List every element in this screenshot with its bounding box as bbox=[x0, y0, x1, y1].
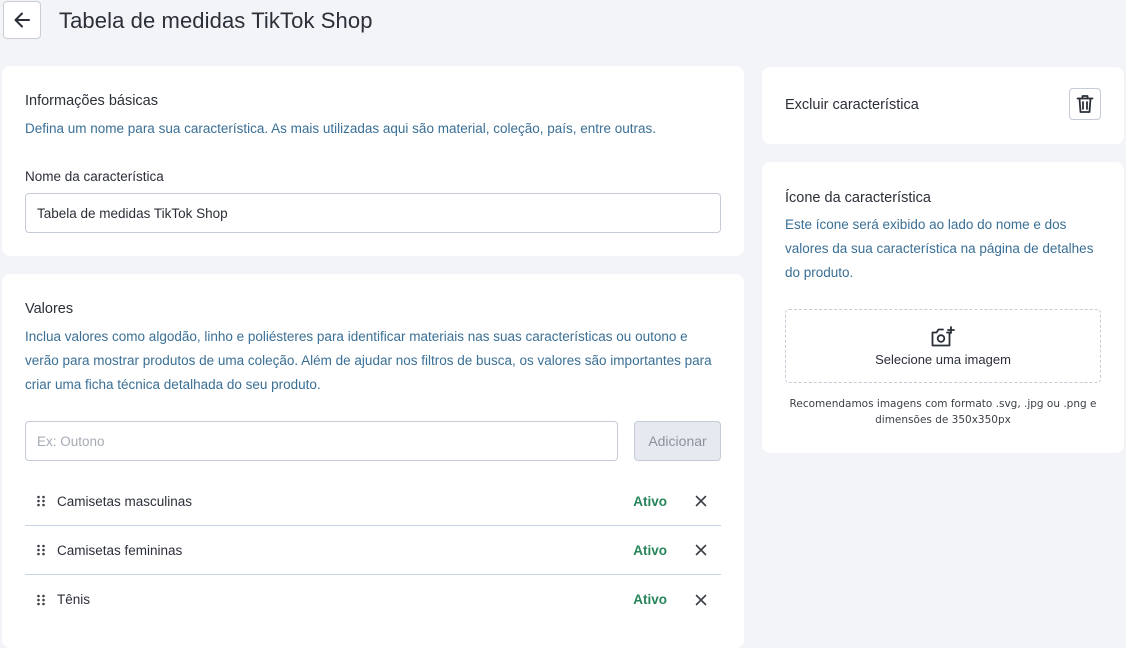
status-badge: Ativo bbox=[633, 542, 667, 558]
basic-info-description: Defina um nome para sua característica. … bbox=[25, 121, 657, 136]
characteristic-name-input[interactable] bbox=[25, 193, 721, 233]
add-value-button[interactable]: Adicionar bbox=[634, 421, 721, 461]
value-name: Camisetas femininas bbox=[57, 542, 183, 558]
drag-handle-icon[interactable] bbox=[36, 594, 46, 606]
basic-info-title: Informações básicas bbox=[25, 93, 158, 109]
icon-card: Ícone da característica Este ícone será … bbox=[762, 162, 1124, 453]
page-title: Tabela de medidas TikTok Shop bbox=[59, 8, 373, 33]
new-value-input[interactable] bbox=[25, 421, 618, 461]
basic-info-card: Informações básicas Defina um nome para … bbox=[2, 66, 744, 256]
delete-title: Excluir característica bbox=[785, 97, 919, 113]
delete-card: Excluir característica bbox=[762, 67, 1124, 144]
value-row: Camisetas masculinas Ativo bbox=[25, 477, 721, 526]
values-description: Inclua valores como algodão, linho e pol… bbox=[25, 329, 712, 392]
upload-hint: Recomendamos imagens com formato .svg, .… bbox=[789, 398, 1097, 426]
upload-label: Selecione uma imagem bbox=[875, 351, 1011, 367]
value-row: Tênis Ativo bbox=[25, 575, 721, 624]
value-name: Camisetas masculinas bbox=[57, 493, 193, 509]
close-icon bbox=[695, 594, 707, 605]
back-button[interactable] bbox=[3, 1, 41, 39]
characteristic-name-label: Nome da característica bbox=[25, 169, 164, 184]
delete-button[interactable] bbox=[1069, 88, 1101, 120]
value-row: Camisetas femininas Ativo bbox=[25, 526, 721, 575]
close-icon bbox=[695, 495, 707, 507]
remove-value-button[interactable] bbox=[691, 540, 711, 560]
status-badge: Ativo bbox=[633, 493, 667, 509]
drag-handle-icon[interactable] bbox=[36, 544, 46, 556]
drag-handle-icon[interactable] bbox=[36, 495, 46, 507]
values-title: Valores bbox=[25, 301, 74, 317]
icon-section-title: Ícone da característica bbox=[785, 190, 931, 206]
icon-section-description: Este ícone será exibido ao lado do nome … bbox=[785, 217, 1094, 280]
arrow-left-icon bbox=[14, 12, 30, 28]
status-badge: Ativo bbox=[633, 592, 667, 607]
remove-value-button[interactable] bbox=[691, 590, 711, 610]
values-card: Valores Inclua valores como algodão, lin… bbox=[2, 274, 744, 648]
remove-value-button[interactable] bbox=[691, 491, 711, 511]
image-dropzone[interactable]: Selecione uma imagem bbox=[785, 309, 1101, 383]
trash-icon bbox=[1076, 95, 1094, 113]
value-name: Tênis bbox=[57, 592, 91, 607]
close-icon bbox=[695, 544, 707, 556]
camera-plus-icon bbox=[931, 325, 955, 346]
